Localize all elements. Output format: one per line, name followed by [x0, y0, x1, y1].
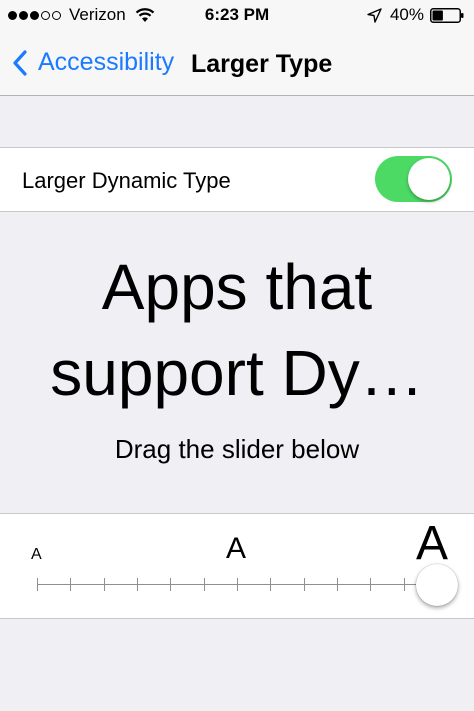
slider-tick: [103, 578, 105, 591]
navigation-bar: Accessibility Larger Type: [0, 32, 474, 96]
larger-dynamic-type-switch[interactable]: [375, 156, 452, 202]
slider-tick: [370, 578, 372, 591]
back-chevron-icon: [13, 49, 27, 76]
slider-tick: [403, 578, 405, 591]
text-size-preview: Apps that support Dy…: [0, 244, 474, 416]
slider-tick: [203, 578, 205, 591]
switch-knob: [408, 158, 450, 200]
slider-tick: [303, 578, 305, 591]
larger-dynamic-type-row: Larger Dynamic Type: [0, 147, 474, 212]
status-right: 40%: [367, 5, 464, 25]
text-size-slider-row: A A A: [0, 513, 474, 619]
slider-tick: [37, 578, 38, 591]
slider-tick: [337, 578, 338, 591]
slider-thumb[interactable]: [416, 564, 458, 606]
slider-tick: [170, 578, 172, 591]
larger-dynamic-type-label: Larger Dynamic Type: [22, 168, 231, 193]
slider-tick: [70, 578, 72, 591]
medium-size-label: A: [226, 532, 247, 565]
status-bar: Verizon 6:23 PM 40%: [0, 0, 474, 32]
large-size-label: A: [416, 517, 449, 570]
location-arrow-icon: [367, 7, 382, 23]
preview-line-1: Apps that: [101, 251, 373, 323]
battery-percent: 40%: [389, 5, 424, 24]
back-button[interactable]: Accessibility: [12, 48, 174, 77]
back-button-label: Accessibility: [38, 48, 175, 76]
slider-tick: [237, 578, 238, 591]
small-size-label: A: [31, 546, 42, 563]
slider-tick: [137, 578, 138, 591]
page-title: Larger Type: [191, 50, 333, 78]
battery-icon: [430, 7, 464, 23]
preview-line-2: support Dy…: [50, 337, 424, 409]
slider-instructions: Drag the slider below: [114, 434, 360, 464]
slider-tick: [270, 578, 272, 591]
